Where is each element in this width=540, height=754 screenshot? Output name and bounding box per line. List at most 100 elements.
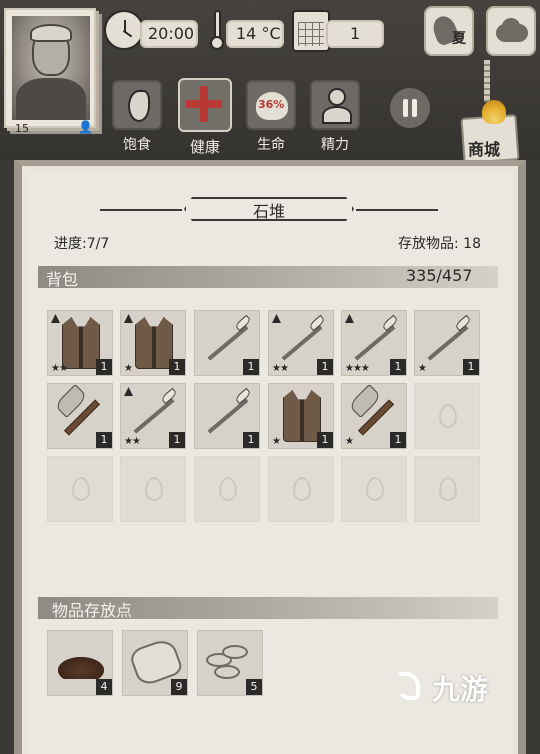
clock-icon (104, 10, 144, 50)
backpack-slot-empty[interactable] (414, 383, 480, 449)
drop-icon (293, 477, 311, 501)
backpack-slot-empty[interactable] (194, 456, 260, 522)
hunger-button[interactable] (112, 80, 162, 130)
spear-icon (133, 398, 175, 434)
spear-icon (207, 325, 249, 361)
storage-slot-coins[interactable]: 5 (197, 630, 263, 696)
stored-items-text: 存放物品: 18 (398, 236, 481, 252)
backpack-slot-axe[interactable]: 1 (47, 383, 113, 449)
health-label: 健康 (189, 138, 220, 156)
drop-icon (439, 404, 457, 428)
temperature-text: 14 °C (236, 24, 281, 43)
weather-button[interactable] (486, 6, 536, 56)
character-portrait[interactable]: 15 👤 (4, 8, 96, 135)
item-count: 1 (243, 359, 259, 375)
storage-slot-rock[interactable]: 9 (122, 630, 188, 696)
item-count: 1 (243, 432, 259, 448)
item-count: 1 (317, 432, 333, 448)
backpack-slot-empty[interactable] (47, 456, 113, 522)
item-count: 1 (463, 359, 479, 375)
upgrade-icon (124, 387, 133, 396)
energy-label: 精力 (321, 137, 349, 153)
pause-icon (403, 99, 408, 117)
backpack-capacity: 335/457 (406, 266, 473, 285)
title-ornament-left (100, 209, 182, 211)
drop-icon (72, 477, 90, 501)
spear-icon (354, 325, 396, 361)
backpack-slot-spear[interactable]: 1 (194, 383, 260, 449)
stomach-icon (128, 90, 150, 122)
level-number: 15 (15, 122, 29, 135)
thermometer-icon (210, 10, 224, 50)
user-icon: 👤 (78, 120, 93, 134)
item-stars: ★ (124, 363, 133, 374)
backpack-slot-vest[interactable]: ★ 1 (268, 383, 334, 449)
storage-label: 物品存放点 (52, 601, 133, 620)
title-ornament-right (356, 209, 438, 211)
backpack-slot-vest[interactable]: ★★ 1 (47, 310, 113, 376)
upgrade-icon (124, 314, 133, 323)
spear-icon (207, 398, 249, 434)
life-button[interactable]: 36% (246, 80, 296, 130)
spear-icon (427, 325, 469, 361)
backpack-slot-empty[interactable] (120, 456, 186, 522)
backpack-slot-axe[interactable]: ★ 1 (341, 383, 407, 449)
backpack-slot-empty[interactable] (268, 456, 334, 522)
item-stars: ★ (272, 436, 281, 447)
health-button[interactable] (178, 78, 232, 132)
item-count: 1 (317, 359, 333, 375)
pause-button[interactable] (390, 88, 430, 128)
life-percent: 36% (258, 98, 285, 111)
item-stars: ★ (418, 363, 427, 374)
item-count: 1 (169, 359, 185, 375)
hunger-label: 饱食 (123, 137, 151, 153)
backpack-label: 背包 (46, 270, 79, 289)
upgrade-icon (272, 314, 281, 323)
backpack-slot-spear[interactable]: ★ 1 (414, 310, 480, 376)
season-label: 夏 (452, 31, 466, 47)
item-stars: ★★ (124, 436, 141, 447)
item-stars: ★★★ (345, 363, 370, 374)
upgrade-icon (345, 314, 354, 323)
season-button[interactable]: 夏 (424, 6, 474, 56)
drop-icon (366, 477, 384, 501)
backpack-slot-empty[interactable] (414, 456, 480, 522)
life-label: 生命 (257, 137, 285, 153)
item-count: 1 (390, 432, 406, 448)
item-count: 1 (96, 432, 112, 448)
drop-icon (219, 477, 237, 501)
backpack-slot-vest[interactable]: ★ 1 (120, 310, 186, 376)
spear-icon (281, 325, 323, 361)
drop-icon (145, 477, 163, 501)
watermark-text: 九游 (432, 673, 489, 706)
item-count: 1 (169, 432, 185, 448)
item-count: 1 (96, 359, 112, 375)
vest-icon (62, 317, 100, 369)
storage-slot-dirt[interactable]: 4 (47, 630, 113, 696)
item-stars: ★ (345, 436, 354, 447)
backpack-slot-spear[interactable]: 1 (194, 310, 260, 376)
backpack-slot-spear[interactable]: ★★★ 1 (341, 310, 407, 376)
item-count: 4 (96, 679, 112, 695)
vest-icon (135, 317, 173, 369)
progress-text: 进度:7/7 (54, 236, 110, 252)
dirt-icon (58, 657, 104, 679)
time-text: 20:00 (148, 24, 195, 43)
item-count: 1 (390, 359, 406, 375)
backpack-slot-spear[interactable]: ★★ 1 (120, 383, 186, 449)
backpack-slot-spear[interactable]: ★★ 1 (268, 310, 334, 376)
watermark-logo (396, 672, 420, 700)
drop-icon (439, 477, 457, 501)
backpack-slot-empty[interactable] (341, 456, 407, 522)
item-stars: ★★ (272, 363, 289, 374)
energy-button[interactable] (310, 80, 360, 130)
item-stars: ★★ (51, 363, 68, 374)
shop-label: 商城 (468, 140, 501, 159)
upgrade-icon (51, 314, 60, 323)
panel-title: 石堆 (252, 202, 285, 221)
rope-decoration (484, 60, 490, 102)
shell-icon (482, 100, 506, 124)
person-icon (328, 88, 346, 106)
item-count: 9 (171, 679, 187, 695)
day-text: 1 (350, 24, 361, 43)
